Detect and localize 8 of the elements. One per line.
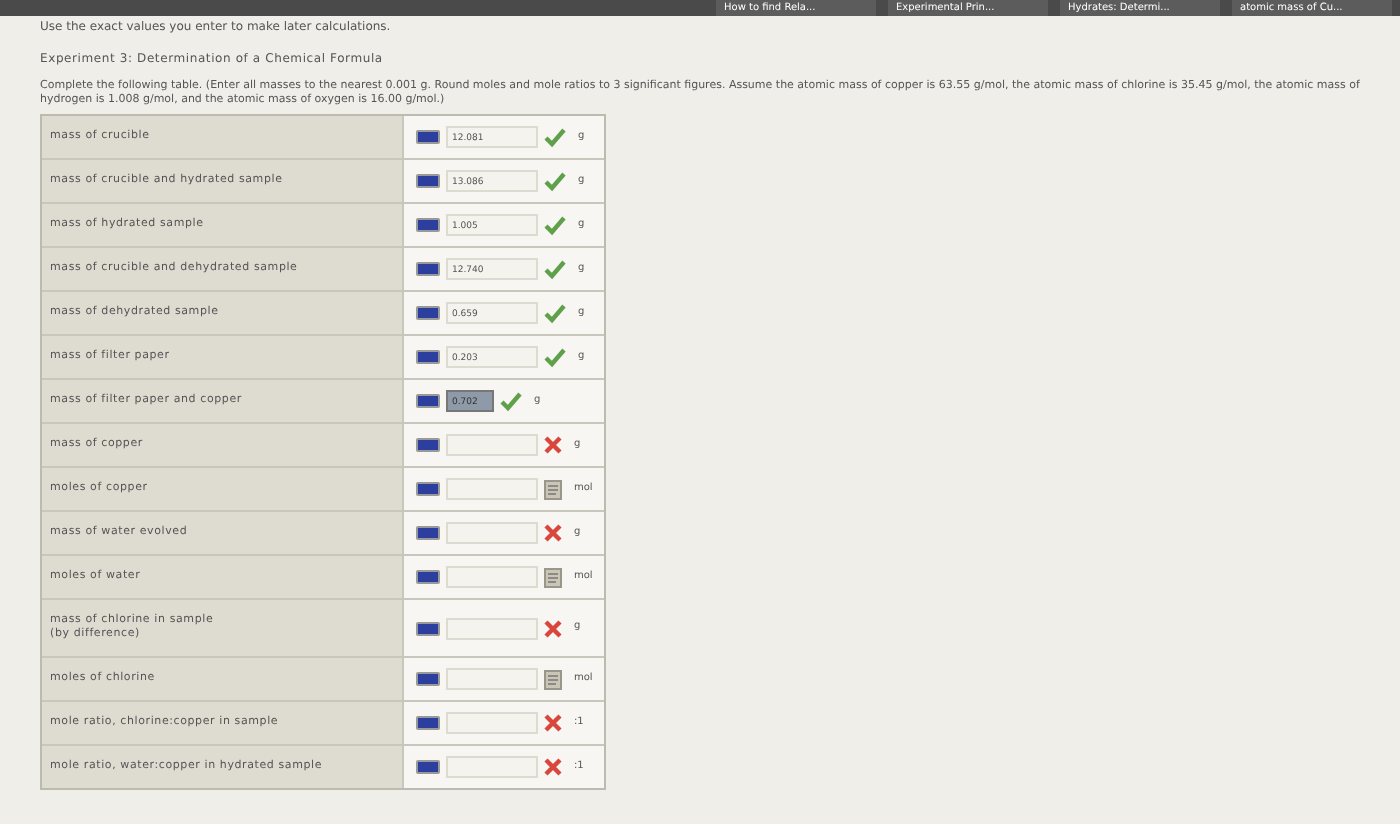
- answer-field[interactable]: [446, 668, 538, 690]
- answer-field[interactable]: [446, 756, 538, 778]
- answer-field[interactable]: [446, 566, 538, 588]
- answer-field[interactable]: [446, 712, 538, 734]
- answer-field[interactable]: [446, 522, 538, 544]
- answer-field[interactable]: [446, 434, 538, 456]
- answer-field[interactable]: [446, 617, 538, 639]
- answer-field[interactable]: [446, 478, 538, 500]
